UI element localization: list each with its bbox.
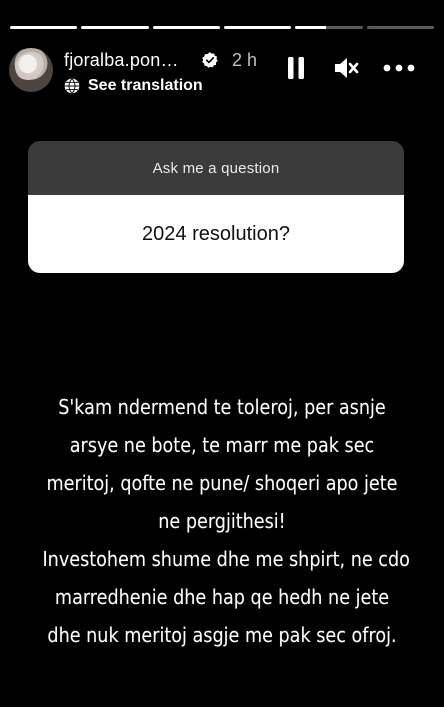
progress-segment-current — [295, 26, 363, 29]
verified-badge-icon — [202, 52, 218, 68]
pause-icon[interactable] — [287, 56, 305, 80]
progress-segment — [10, 26, 78, 29]
speaker-muted-icon[interactable] — [333, 56, 359, 80]
story-text-line: Investohem shume dhe me shpirt, ne cdo — [42, 547, 410, 571]
story-text-line: arsye ne bote, te marr me pak sec — [69, 433, 375, 457]
question-sticker[interactable]: Ask me a question 2024 resolution? — [28, 141, 404, 273]
question-answer: 2024 resolution? — [28, 195, 404, 273]
story-text: S'kam ndermend te toleroj, per asnje ars… — [42, 388, 410, 654]
more-horizontal-icon[interactable] — [383, 56, 415, 80]
question-prompt: Ask me a question — [28, 141, 404, 195]
story-text-line: dhe nuk meritoj asgje me pak sec ofroj. — [47, 623, 397, 647]
progress-segment — [366, 26, 434, 29]
username[interactable]: fjoralba.pon… — [64, 50, 179, 71]
story-text-line: ne pergjithesi! — [158, 509, 286, 533]
timestamp: 2 h — [232, 50, 258, 70]
avatar[interactable] — [9, 48, 53, 92]
story-progress-bar — [10, 26, 434, 29]
story-text-line: meritoj, qofte ne pune/ shoqeri apo jete — [46, 471, 398, 495]
story-header: fjoralba.pon… 2 h See translation — [0, 42, 444, 102]
progress-segment — [81, 26, 149, 29]
story-text-line: S'kam ndermend te toleroj, per asnje — [58, 395, 386, 419]
see-translation-label: See translation — [88, 77, 203, 94]
progress-segment — [152, 26, 220, 29]
globe-icon — [64, 78, 80, 94]
story-text-line: marredhenie dhe hap qe hedh ne jete — [54, 585, 390, 609]
see-translation-link[interactable]: See translation — [64, 77, 203, 95]
progress-segment — [223, 26, 292, 29]
